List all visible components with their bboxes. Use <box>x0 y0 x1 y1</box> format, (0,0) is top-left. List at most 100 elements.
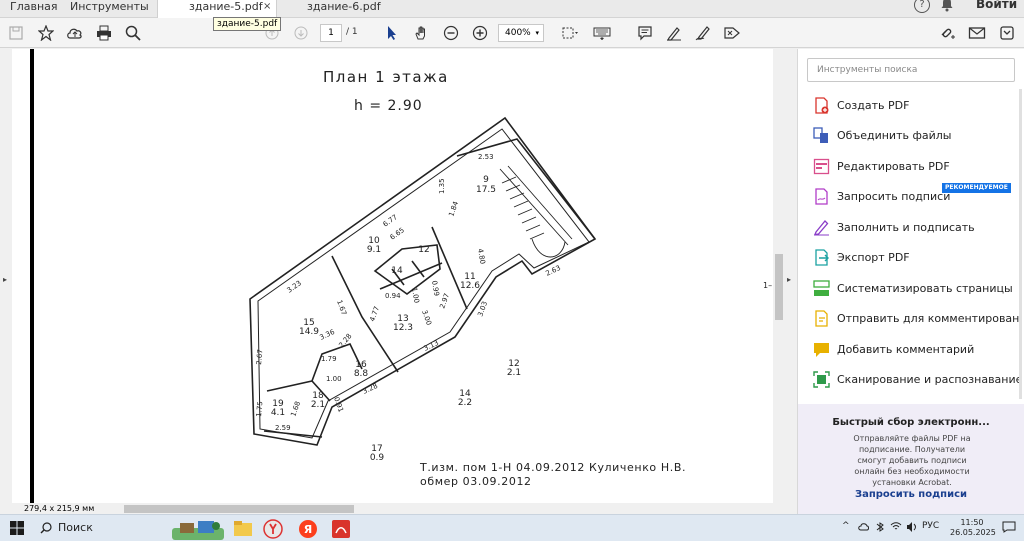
help-icon[interactable]: ? <box>914 0 930 13</box>
room-area: 9.1 <box>367 245 381 255</box>
tool-create-pdf[interactable]: Создать PDF <box>798 94 1018 118</box>
dimension: 1.68 <box>289 400 302 417</box>
tool-combine-files[interactable]: Объединить файлы <box>798 124 1018 148</box>
print-icon[interactable] <box>94 23 114 43</box>
input-language[interactable]: РУС <box>922 521 939 531</box>
doc-tab-label: здание-6.pdf <box>307 0 381 13</box>
sticky-note-icon[interactable] <box>997 23 1017 43</box>
taskbar-clock[interactable]: 11:50 26.05.2025 <box>950 518 996 538</box>
tab-tools[interactable]: Инструменты <box>70 0 149 18</box>
room-area: 12.6 <box>460 281 480 291</box>
plan-note-line-2: обмер 03.09.2012 <box>420 475 532 488</box>
widget-landscape-icon[interactable] <box>172 518 224 540</box>
tools-search-input[interactable]: Инструменты поиска <box>807 58 1015 82</box>
dimension: 6.77 <box>382 213 399 228</box>
zoom-out-icon[interactable] <box>441 23 461 43</box>
wifi-icon[interactable] <box>890 521 902 533</box>
notifications-icon[interactable] <box>1002 521 1016 533</box>
tool-export-pdf[interactable]: Экспорт PDF <box>798 246 1018 270</box>
tool-organize-pages[interactable]: Систематизировать страницы <box>798 277 1018 301</box>
room-number: 12 <box>418 245 429 255</box>
highlight-pen-icon[interactable] <box>664 23 684 43</box>
tray-chevron-icon[interactable]: ^ <box>842 521 850 531</box>
dimension: 1.00 <box>326 375 342 383</box>
dimension: 3.28 <box>361 382 379 396</box>
dimension: 1.79 <box>321 355 337 363</box>
collapse-right-pane-icon[interactable]: ▸ <box>787 275 791 284</box>
room-area: 8.8 <box>354 369 369 379</box>
stamp-icon[interactable] <box>722 23 742 43</box>
search-icon[interactable] <box>123 23 143 43</box>
dimension: 2.67 <box>255 349 264 365</box>
select-arrow-icon[interactable] <box>382 23 402 43</box>
room-area: 2.2 <box>458 398 472 408</box>
dimension: 1.00 <box>410 287 421 304</box>
zoom-value: 400% <box>505 28 531 38</box>
bell-icon[interactable] <box>940 0 954 12</box>
email-icon[interactable] <box>967 23 987 43</box>
create-pdf-icon <box>815 97 829 114</box>
dimension: 2.59 <box>275 424 291 432</box>
doc-tab-zdanie-5[interactable]: здание-5.pdf × <box>157 0 277 18</box>
request-signatures-link[interactable]: Запросить подписи <box>798 489 1024 500</box>
vertical-scrollbar[interactable] <box>773 49 784 504</box>
comment-icon <box>814 343 829 357</box>
dimension: 2.53 <box>478 153 494 161</box>
dimension: 3.36 <box>318 328 336 342</box>
room-area: 14.9 <box>299 327 319 337</box>
search-icon <box>40 522 52 534</box>
keyboard-icon[interactable] <box>592 23 612 43</box>
tab-tooltip: здание-5.pdf <box>213 17 282 31</box>
edit-pdf-icon <box>813 158 830 175</box>
document-view[interactable]: План 1 этажа h = 2.90 9 17.5 10 9.1 11 1… <box>12 49 784 504</box>
clock-time: 11:50 <box>960 518 984 527</box>
windows-taskbar: Поиск Я ^ РУС 11:50 26.05.2025 <box>0 514 1024 541</box>
dimension: 3.00 <box>420 309 433 326</box>
sign-in-link[interactable]: Войти <box>976 0 1017 11</box>
tool-scan-ocr[interactable]: Сканирование и распознавание <box>798 368 1022 392</box>
file-explorer-icon[interactable] <box>232 518 254 540</box>
chevron-down-icon: ▾ <box>535 29 539 37</box>
zoom-in-icon[interactable] <box>470 23 490 43</box>
marquee-zoom-icon[interactable] <box>560 23 580 43</box>
save-icon[interactable] <box>6 23 26 43</box>
yandex-browser-icon[interactable] <box>262 518 284 540</box>
tool-send-comment[interactable]: Отправить для комментирован... <box>798 307 1024 331</box>
dimension: 0.94 <box>385 292 401 300</box>
promo-text: Отправляйте файлы PDF на подписание. Пол… <box>853 434 971 487</box>
dimension: 4.80 <box>476 248 487 265</box>
plan-title: План 1 этажа <box>323 68 449 86</box>
yandex-icon[interactable]: Я <box>297 518 319 540</box>
expand-left-panel-icon[interactable]: ▸ <box>3 275 7 284</box>
acrobat-taskbar-icon[interactable] <box>330 518 352 540</box>
close-tab-icon[interactable]: × <box>263 0 271 14</box>
taskbar-search[interactable]: Поиск <box>32 517 172 540</box>
tool-edit-pdf[interactable]: Редактировать PDF <box>798 155 1018 179</box>
comment-icon[interactable] <box>635 23 655 43</box>
star-icon[interactable] <box>36 23 56 43</box>
combine-files-icon <box>813 127 828 143</box>
zoom-select[interactable]: 400% ▾ <box>498 24 544 42</box>
draw-sign-icon[interactable] <box>693 23 713 43</box>
horizontal-scroll-thumb[interactable] <box>124 505 354 513</box>
plan-note-line-1: Т.изм. пом 1-Н 04.09.2012 Куличенко Н.В. <box>419 461 686 474</box>
cloud-icon[interactable] <box>858 521 870 533</box>
bluetooth-icon[interactable] <box>874 521 886 533</box>
windows-start-icon[interactable] <box>10 521 24 535</box>
vertical-scroll-thumb[interactable] <box>775 254 783 320</box>
volume-icon[interactable] <box>906 521 918 533</box>
tool-add-comment[interactable]: Добавить комментарий <box>798 338 1018 362</box>
next-page-icon[interactable] <box>291 23 311 43</box>
hand-tool-icon[interactable] <box>411 23 431 43</box>
clock-date: 26.05.2025 <box>950 528 996 537</box>
dimension: 3.23 <box>286 279 303 294</box>
tool-fill-sign[interactable]: Заполнить и подписать <box>798 216 1018 240</box>
tools-scrollbar[interactable] <box>1018 89 1024 399</box>
doc-tab-zdanie-6[interactable]: здание-6.pdf <box>277 0 397 18</box>
dimension: 1.75 <box>255 401 264 417</box>
dimension: 0.91 <box>332 396 345 413</box>
cloud-upload-icon[interactable] <box>65 23 85 43</box>
share-link-icon[interactable] <box>938 23 958 43</box>
page-number-input[interactable]: 1 <box>320 24 342 42</box>
tab-home[interactable]: Главная <box>10 0 58 18</box>
